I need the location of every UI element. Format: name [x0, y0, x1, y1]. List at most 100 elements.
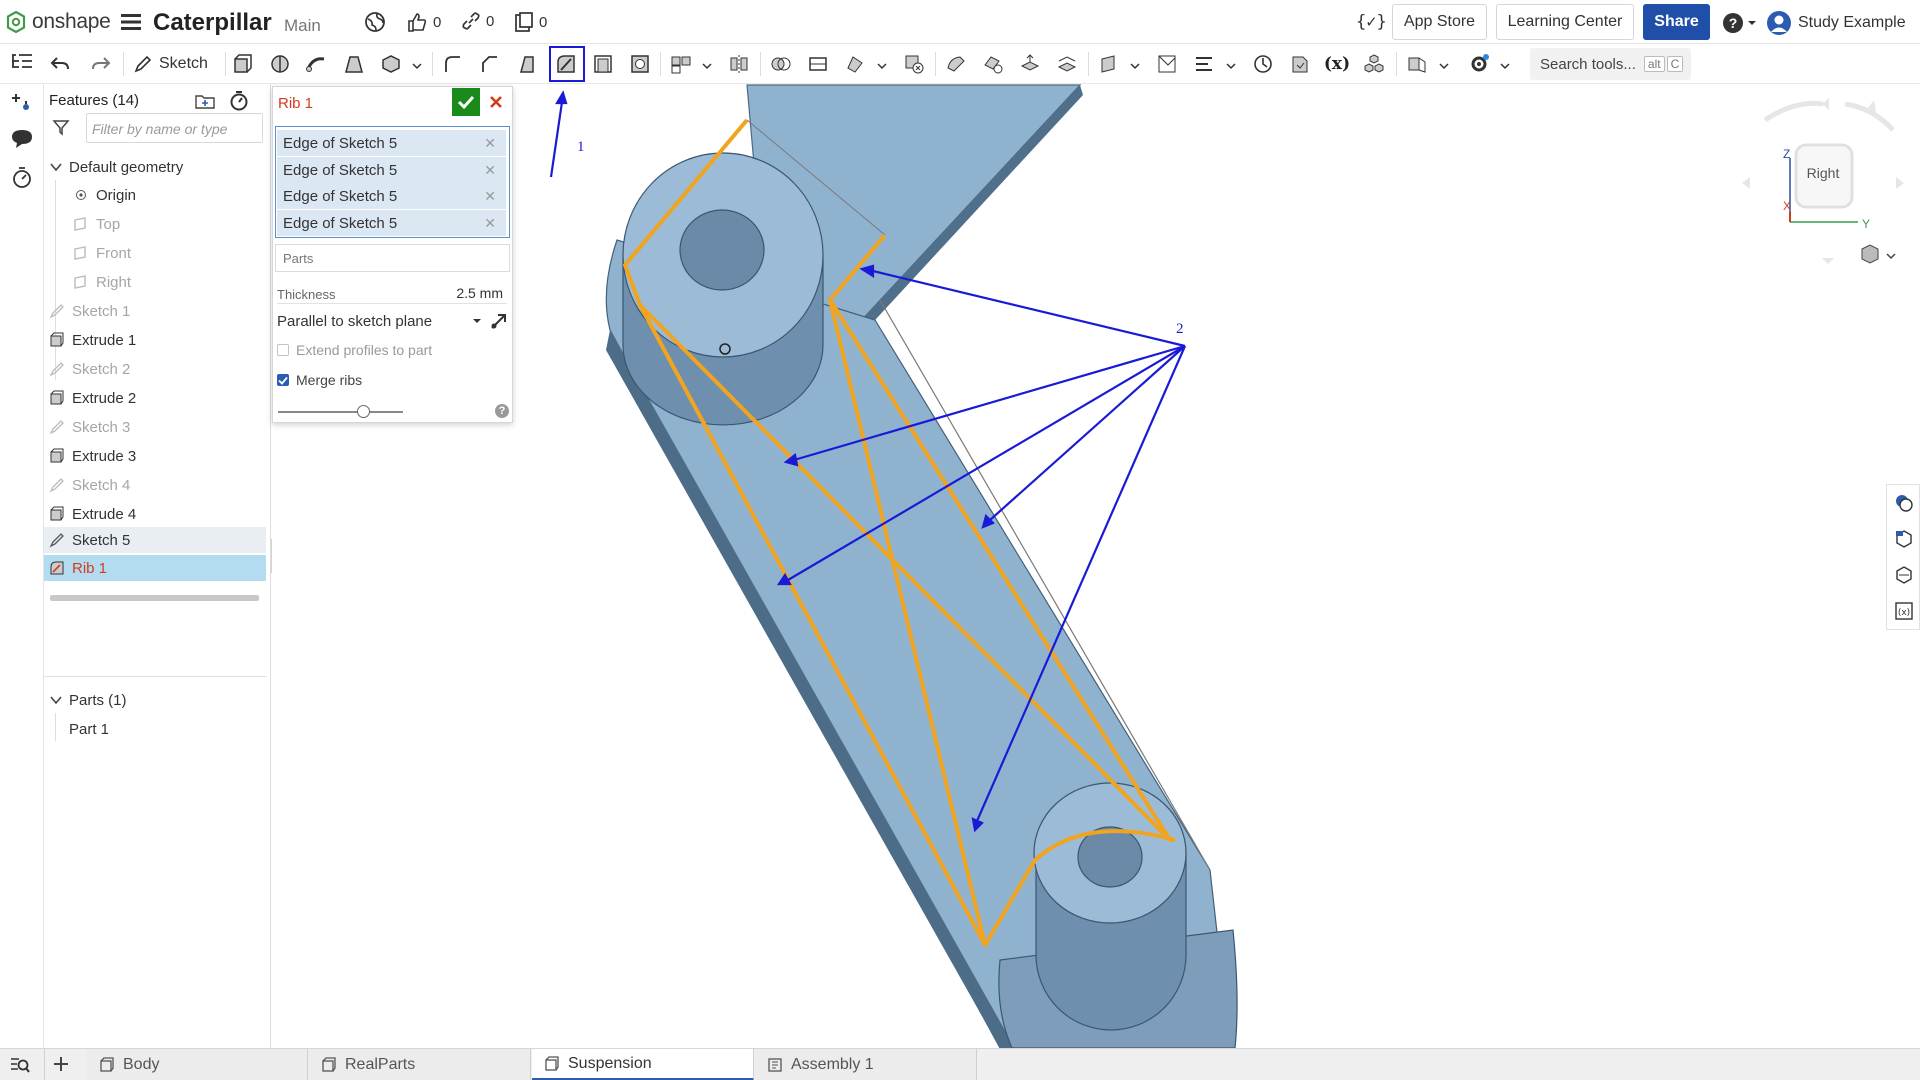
- add-feature-icon[interactable]: [10, 90, 34, 119]
- delete-face-icon[interactable]: [981, 52, 1005, 76]
- custom-features-gear-icon[interactable]: [1467, 52, 1491, 76]
- document-title[interactable]: Caterpillar: [153, 9, 272, 37]
- direction-dropdown[interactable]: Parallel to sketch plane: [277, 309, 482, 333]
- feature-sketch-5[interactable]: Sketch 5: [44, 527, 266, 553]
- variable-icon[interactable]: [1192, 52, 1216, 76]
- sheet-metal-icon[interactable]: [1405, 52, 1429, 76]
- remove-selection-icon[interactable]: ✕: [484, 215, 496, 232]
- feature-origin[interactable]: Origin: [44, 182, 266, 208]
- merge-ribs-checkbox[interactable]: Merge ribs: [277, 372, 362, 388]
- feature-front-plane[interactable]: Front: [44, 240, 266, 266]
- share-button[interactable]: Share: [1643, 4, 1710, 40]
- preview-slider-track[interactable]: [278, 411, 403, 413]
- draft-icon[interactable]: [515, 52, 539, 76]
- extend-profiles-checkbox[interactable]: Extend profiles to part: [277, 342, 432, 358]
- assembly-parts-icon[interactable]: [1362, 52, 1386, 76]
- boolean-icon[interactable]: [769, 52, 793, 76]
- tab-body[interactable]: Body: [87, 1049, 308, 1080]
- parts-selection-field[interactable]: Parts: [275, 244, 510, 272]
- selected-edge-item[interactable]: Edge of Sketch 5 ✕: [277, 210, 506, 236]
- move-face-icon[interactable]: [1018, 52, 1042, 76]
- redo-icon[interactable]: [89, 52, 113, 76]
- featurescript-icon[interactable]: {✓}: [1356, 12, 1387, 32]
- wrap-icon[interactable]: [1288, 52, 1312, 76]
- part-list-item[interactable]: Part 1: [44, 716, 266, 742]
- feature-list-icon[interactable]: [10, 52, 34, 79]
- selected-edge-item[interactable]: Edge of Sketch 5 ✕: [277, 157, 506, 183]
- learning-center-button[interactable]: Learning Center: [1496, 4, 1634, 40]
- remove-selection-icon[interactable]: ✕: [484, 188, 496, 205]
- globe-icon[interactable]: [364, 11, 386, 38]
- remove-selection-icon[interactable]: ✕: [484, 135, 496, 152]
- selected-edge-item[interactable]: Edge of Sketch 5 ✕: [277, 130, 506, 156]
- view-cube[interactable]: Right Z Y X: [1742, 98, 1904, 264]
- accept-button[interactable]: [452, 88, 480, 116]
- feature-extrude-1[interactable]: Extrude 1: [44, 327, 266, 353]
- search-tools-input[interactable]: Search tools... alt C: [1530, 48, 1691, 80]
- selected-edge-item[interactable]: Edge of Sketch 5 ✕: [277, 183, 506, 209]
- revolve-icon[interactable]: [268, 52, 292, 76]
- cancel-button[interactable]: [485, 91, 507, 113]
- default-geometry-group[interactable]: Default geometry: [44, 154, 266, 180]
- fillet-icon[interactable]: [441, 52, 465, 76]
- feature-extrude-4[interactable]: Extrude 4: [44, 501, 266, 527]
- hamburger-menu-icon[interactable]: [121, 13, 141, 31]
- comments-icon[interactable]: [10, 128, 34, 155]
- chamfer-icon[interactable]: [478, 52, 502, 76]
- shell-icon[interactable]: [591, 52, 615, 76]
- extrude-icon[interactable]: [230, 52, 254, 76]
- help-menu[interactable]: ?: [1722, 12, 1757, 34]
- checkbox-checked[interactable]: [277, 374, 289, 386]
- app-store-button[interactable]: App Store: [1392, 4, 1487, 40]
- search-tabs-icon[interactable]: [9, 1055, 31, 1080]
- replace-face-icon[interactable]: [1055, 52, 1079, 76]
- add-folder-icon[interactable]: [194, 92, 216, 115]
- hole-icon[interactable]: [628, 52, 652, 76]
- flip-direction-arrow-icon[interactable]: [489, 311, 509, 336]
- delete-part-icon[interactable]: [902, 52, 926, 76]
- helix-icon[interactable]: [1251, 52, 1275, 76]
- feature-extrude-3[interactable]: Extrude 3: [44, 443, 266, 469]
- copies-counter[interactable]: 0: [514, 11, 547, 33]
- feature-sketch-4[interactable]: Sketch 4: [44, 472, 266, 498]
- function-icon[interactable]: (x): [1324, 52, 1350, 76]
- tab-realparts[interactable]: RealParts: [309, 1049, 531, 1080]
- thicken-icon[interactable]: [379, 52, 403, 76]
- modify-fillet-icon[interactable]: [944, 52, 968, 76]
- document-branch[interactable]: Main: [284, 16, 321, 36]
- tab-suspension[interactable]: Suspension: [532, 1049, 754, 1080]
- graphics-viewport[interactable]: 1 2 Right Z Y X: [272, 84, 1920, 1049]
- mirror-icon[interactable]: [727, 52, 751, 76]
- parts-group[interactable]: Parts (1): [44, 687, 266, 713]
- links-counter[interactable]: 0: [461, 11, 494, 31]
- feature-extrude-2[interactable]: Extrude 2: [44, 385, 266, 411]
- sweep-icon[interactable]: [304, 52, 328, 76]
- tab-assembly-1[interactable]: Assembly 1: [755, 1049, 977, 1080]
- add-tab-icon[interactable]: [51, 1054, 71, 1079]
- feature-right-plane[interactable]: Right: [44, 269, 266, 295]
- rollback-bar[interactable]: [50, 595, 259, 601]
- variables-table-icon[interactable]: (x): [1894, 601, 1914, 626]
- appearance-icon[interactable]: [1894, 493, 1914, 518]
- feature-sketch-3[interactable]: Sketch 3: [44, 414, 266, 440]
- undo-icon[interactable]: [48, 52, 72, 76]
- mate-connector-icon[interactable]: [1155, 52, 1179, 76]
- help-icon[interactable]: ?: [495, 404, 509, 418]
- linear-pattern-icon[interactable]: [669, 52, 693, 76]
- split-icon[interactable]: [806, 52, 830, 76]
- feature-sketch-2[interactable]: Sketch 2: [44, 356, 266, 382]
- preview-slider-handle[interactable]: [357, 405, 370, 418]
- feature-top-plane[interactable]: Top: [44, 211, 266, 237]
- feature-sketch-1[interactable]: Sketch 1: [44, 298, 266, 324]
- sketch-button[interactable]: Sketch: [133, 52, 208, 76]
- transform-icon[interactable]: [843, 52, 867, 76]
- feature-filter-input[interactable]: Filter by name or type: [86, 113, 263, 143]
- remove-selection-icon[interactable]: ✕: [484, 162, 496, 179]
- measure-icon[interactable]: [1894, 565, 1914, 590]
- loft-icon[interactable]: [342, 52, 366, 76]
- filter-icon[interactable]: [52, 118, 70, 141]
- onshape-logo[interactable]: onshape: [6, 10, 111, 34]
- model-canvas[interactable]: 1 2 Right Z Y X: [272, 84, 1920, 1049]
- mass-properties-icon[interactable]: [1894, 529, 1914, 554]
- rib-icon[interactable]: [554, 52, 578, 76]
